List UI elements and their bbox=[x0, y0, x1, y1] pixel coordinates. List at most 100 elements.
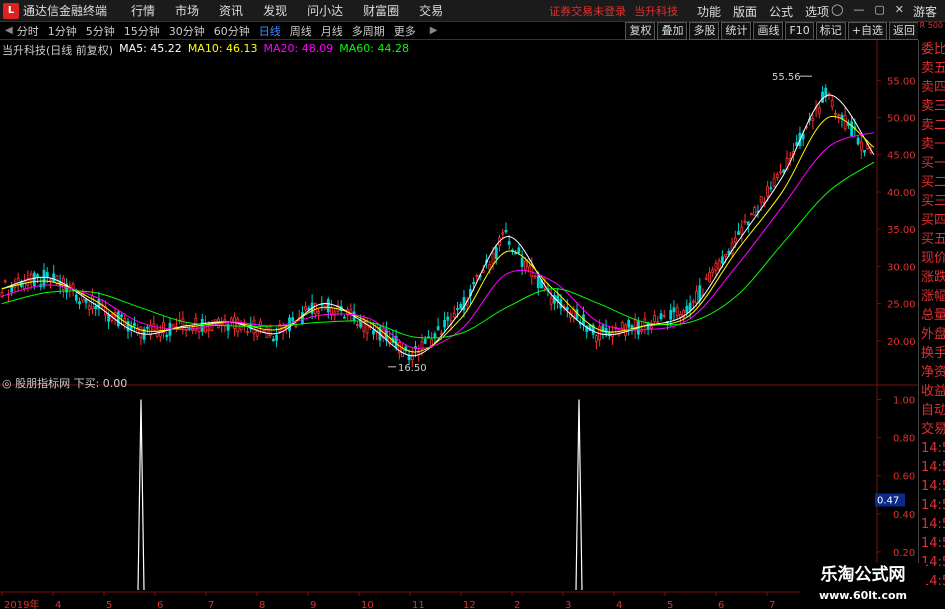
candle-body bbox=[679, 313, 682, 318]
chart-canvas[interactable]: 55.00 50.00 45.00 40.00 35.00 30.00 25.00 20.00… bbox=[0, 40, 918, 609]
chevron-left-icon[interactable]: ◀ bbox=[5, 25, 13, 36]
app-logo-icon: L bbox=[3, 2, 19, 19]
candle-body bbox=[691, 300, 695, 303]
quote-field-24: 14:56 bbox=[921, 498, 945, 513]
watermark-url: www.60lt.com bbox=[818, 589, 908, 602]
maximize-icon[interactable]: ▢ bbox=[874, 3, 884, 16]
indicator-toggle-icon[interactable]: ◎ bbox=[2, 377, 12, 390]
candle-body bbox=[420, 341, 424, 350]
candle-body bbox=[355, 324, 359, 326]
candle-body bbox=[236, 318, 240, 333]
menu-item-3[interactable]: 发现 bbox=[263, 2, 287, 19]
date-tick-label: 7 bbox=[208, 600, 214, 609]
tool-button-3[interactable]: 统计 bbox=[721, 22, 752, 40]
guest-label[interactable]: 游客 bbox=[913, 3, 937, 20]
menu-item-6[interactable]: 交易 bbox=[419, 2, 443, 19]
ma-line-ma20 bbox=[1, 131, 875, 349]
date-tick-label: 4 bbox=[616, 600, 622, 609]
candle-body bbox=[737, 231, 740, 235]
watermark: 乐淘公式网 www.60lt.com bbox=[800, 563, 926, 609]
candle-body bbox=[766, 186, 770, 197]
date-tick-label: 6 bbox=[157, 600, 163, 609]
high-label: 55.56 bbox=[772, 72, 801, 83]
candle-body bbox=[459, 303, 463, 310]
ma-line-ma5 bbox=[1, 94, 875, 357]
candle-body bbox=[207, 328, 211, 332]
candle-body bbox=[29, 273, 33, 282]
candle-body bbox=[507, 241, 511, 245]
candle-body bbox=[821, 91, 824, 103]
tool-button-2[interactable]: 多股 bbox=[689, 22, 720, 40]
candle-body bbox=[698, 285, 702, 301]
tab-3[interactable]: 15分钟 bbox=[124, 23, 160, 39]
tool-button-4[interactable]: 画线 bbox=[753, 22, 784, 40]
candle-body bbox=[262, 330, 266, 333]
menu-item-4[interactable]: 问小达 bbox=[307, 2, 343, 19]
indicator-tick-label: 1.00 bbox=[893, 396, 915, 407]
date-tick-label: 5 bbox=[106, 600, 112, 609]
menu-item-1[interactable]: 市场 bbox=[175, 2, 199, 19]
right-menu-item-0[interactable]: 功能 bbox=[697, 3, 721, 20]
indicator-spike bbox=[575, 399, 583, 591]
tab-0[interactable]: 分时 bbox=[17, 23, 39, 39]
date-tick-label: 2019年 bbox=[4, 598, 39, 609]
candle-body bbox=[656, 321, 660, 324]
candle-body bbox=[365, 320, 369, 334]
tab-6[interactable]: 日线 bbox=[259, 23, 281, 39]
right-menu-item-2[interactable]: 公式 bbox=[769, 3, 793, 20]
candle-body bbox=[255, 330, 259, 337]
menu-item-0[interactable]: 行情 bbox=[131, 2, 155, 19]
indicator-tick-label: 0.20 bbox=[893, 548, 915, 559]
candle-body bbox=[74, 294, 78, 301]
tab-8[interactable]: 月线 bbox=[321, 23, 343, 39]
quote-field-15: 外盘 bbox=[921, 327, 945, 342]
title-bar: L 通达信金融终端 行情 市场 资讯 发现 问小达 财富圈 交易 证券交易未登录 当升科技 功… bbox=[0, 0, 945, 22]
tab-5[interactable]: 60分钟 bbox=[214, 23, 250, 39]
candle-body bbox=[275, 334, 278, 341]
watermark-title: 乐淘公式网 bbox=[820, 565, 906, 585]
tab-9[interactable]: 多周期 bbox=[352, 23, 385, 39]
close-icon[interactable]: ✕ bbox=[895, 3, 904, 16]
candle-body bbox=[52, 273, 56, 282]
candle-body bbox=[856, 137, 860, 145]
chevron-right-icon[interactable]: ▶ bbox=[430, 25, 438, 36]
notice-item-1[interactable]: 当升科技 bbox=[634, 5, 678, 18]
notice-item-0[interactable]: 证券交易未登录 bbox=[549, 5, 626, 18]
candle-body bbox=[94, 305, 98, 310]
candle-body bbox=[145, 326, 149, 329]
candle-body bbox=[850, 121, 854, 137]
tab-4[interactable]: 30分钟 bbox=[169, 23, 205, 39]
quote-field-0: 委比 bbox=[921, 42, 945, 57]
tool-button-0[interactable]: 复权 bbox=[625, 22, 656, 40]
candle-body bbox=[323, 303, 327, 310]
candle-body bbox=[517, 247, 521, 254]
minimize-icon[interactable]: — bbox=[853, 3, 864, 16]
candle-body bbox=[456, 307, 459, 310]
candle-body bbox=[372, 329, 375, 335]
candle-body bbox=[863, 149, 866, 153]
tool-button-8[interactable]: 返回 bbox=[889, 22, 919, 40]
quote-field-3: 卖三 bbox=[921, 99, 945, 114]
quote-field-2: 卖四 bbox=[921, 80, 945, 95]
right-menu-item-1[interactable]: 版面 bbox=[733, 3, 757, 20]
quote-field-20: 交易 bbox=[921, 422, 945, 437]
candle-body bbox=[653, 315, 656, 322]
tab-1[interactable]: 1分钟 bbox=[48, 23, 77, 39]
tool-button-5[interactable]: F10 bbox=[785, 22, 814, 40]
candle-body bbox=[711, 269, 715, 274]
tab-10[interactable]: 更多 bbox=[394, 23, 416, 39]
candle-body bbox=[181, 318, 185, 328]
tab-2[interactable]: 5分钟 bbox=[86, 23, 115, 39]
menu-item-5[interactable]: 财富圈 bbox=[363, 2, 399, 19]
quote-field-12: 涨跌 bbox=[921, 270, 945, 285]
tool-button-1[interactable]: 叠加 bbox=[657, 22, 688, 40]
chart-toolbar: 复权 叠加 多股 统计 画线 F10 标记 +自选 返回 bbox=[623, 22, 919, 40]
date-tick-label: 9 bbox=[310, 600, 316, 609]
tool-button-7[interactable]: +自选 bbox=[847, 22, 887, 40]
candle-body bbox=[514, 252, 518, 255]
settings-icon[interactable]: ◯ bbox=[831, 3, 843, 16]
tool-button-6[interactable]: 标记 bbox=[815, 22, 846, 40]
candle-body bbox=[834, 113, 837, 115]
menu-item-2[interactable]: 资讯 bbox=[219, 2, 243, 19]
tab-7[interactable]: 周线 bbox=[290, 23, 312, 39]
